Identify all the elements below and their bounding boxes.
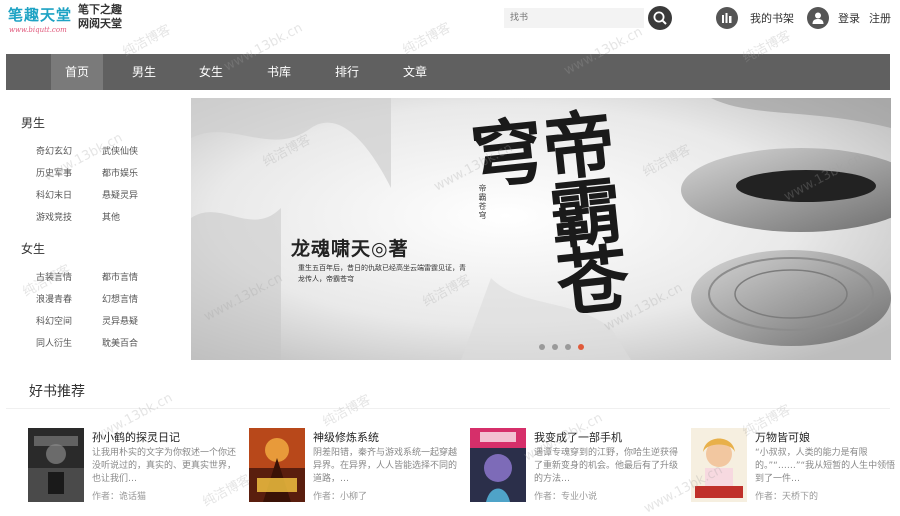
category-link[interactable]: 都市言情: [102, 270, 138, 283]
register-link[interactable]: 注册: [869, 10, 891, 26]
book-card[interactable]: 孙小鹤的探灵日记 让我用朴实的文字为你叙述一个你还没听说过的，真实的、更真实世界…: [28, 428, 244, 516]
category-link[interactable]: 灵异悬疑: [102, 314, 138, 327]
cover-image: [249, 428, 305, 502]
bookshelf-link[interactable]: 我的书架: [750, 10, 794, 26]
book-title[interactable]: 孙小鹤的探灵日记: [92, 429, 180, 445]
category-link[interactable]: 游戏竞技: [36, 210, 72, 223]
site-header: 笔趣天堂 www.biqutt.com 笔下之趣 网阅天堂 我的书架 登录 注册: [0, 0, 900, 52]
category-title-female: 女生: [21, 242, 46, 256]
banner-series-label: 帝霸苍穹: [478, 184, 487, 220]
book-description: “小叔叔，人类的能力是有限的。”“……”“我从短暂的人生中领悟到了一件…: [755, 448, 896, 484]
book-cover[interactable]: [470, 428, 526, 502]
user-avatar-icon[interactable]: [807, 7, 829, 29]
slogan-line-2: 网阅天堂: [78, 17, 122, 30]
bookshelf-glyph: [722, 13, 732, 23]
search-icon: [653, 11, 667, 25]
category-link[interactable]: 其他: [102, 210, 120, 223]
book-author: 作者：天桥下的: [755, 492, 819, 502]
book-author: 作者：诡话猫: [92, 492, 147, 502]
category-link[interactable]: 历史军事: [36, 166, 72, 179]
category-link[interactable]: 科幻空间: [36, 314, 72, 327]
banner-author: 龙魂啸天◎著: [291, 238, 409, 260]
section-title: 好书推荐: [29, 384, 85, 400]
section-divider: [6, 408, 890, 409]
category-title-male: 男生: [21, 116, 46, 130]
book-card[interactable]: 我变成了一部手机 遇谭专魂穿到的江野，你哈生逆获得了重新变身的机会。他最后有了升…: [470, 428, 686, 516]
book-author: 作者：专业小说: [534, 492, 598, 502]
category-sidebar: 男生 奇幻玄幻 武侠仙侠 历史军事 都市娱乐 科幻末日 悬疑灵异 游戏竞技 其他…: [6, 98, 190, 360]
category-link[interactable]: 都市娱乐: [102, 166, 138, 179]
hero-banner[interactable]: 帝霸苍穹 帝霸苍穹 龙魂啸天◎著 重生五百年后，昔日的仇敌已经高坐云端雷霆见证，…: [191, 98, 891, 360]
slogan-line-1: 笔下之趣: [78, 3, 122, 16]
logo-text: 笔趣天堂: [8, 6, 73, 24]
book-cover[interactable]: [691, 428, 747, 502]
main-nav: 首页 男生 女生 书库 排行 文章: [6, 54, 890, 90]
nav-home[interactable]: 首页: [51, 54, 103, 90]
category-link[interactable]: 同人衍生: [36, 336, 72, 349]
book-description: 遇谭专魂穿到的江野，你哈生逆获得了重新变身的机会。他最后有了升级的方法…: [534, 448, 679, 484]
search-bar: [490, 6, 672, 30]
carousel-dot[interactable]: [539, 344, 545, 350]
login-link[interactable]: 登录: [838, 10, 860, 26]
category-link[interactable]: 武侠仙侠: [102, 144, 138, 157]
cover-image: [28, 428, 84, 502]
recommend-section: 好书推荐 孙小鹤的探灵日记 让我用朴实的文字为你叙述一个你还没听说过的，真实的、…: [6, 368, 895, 516]
book-description: 让我用朴实的文字为你叙述一个你还没听说过的，真实的、更真实世界，也让我们…: [92, 448, 237, 484]
book-card[interactable]: 万物皆可娘 “小叔叔，人类的能力是有限的。”“……”“我从短暂的人生中领悟到了一…: [691, 428, 900, 516]
category-link[interactable]: 科幻末日: [36, 188, 72, 201]
category-link[interactable]: 古装言情: [36, 270, 72, 283]
book-title[interactable]: 神级修炼系统: [313, 429, 379, 445]
site-slogan: 笔下之趣 网阅天堂: [78, 3, 122, 31]
cover-image: [470, 428, 526, 502]
banner-title: 帝霸苍穹: [455, 104, 633, 316]
book-cover[interactable]: [28, 428, 84, 502]
banner-description: 重生五百年后，昔日的仇敌已经高坐云端雷霆见证，青龙传人，帝霸苍穹: [298, 264, 466, 283]
cover-image: [691, 428, 747, 502]
book-title[interactable]: 万物皆可娘: [755, 429, 810, 445]
category-link[interactable]: 耽美百合: [102, 336, 138, 349]
bookshelf-icon[interactable]: [716, 7, 738, 29]
nav-female[interactable]: 女生: [185, 54, 237, 90]
site-logo[interactable]: 笔趣天堂 www.biqutt.com: [8, 4, 72, 34]
search-input[interactable]: [504, 8, 644, 28]
carousel-dot[interactable]: [565, 344, 571, 350]
user-glyph: [812, 12, 824, 24]
search-button[interactable]: [648, 6, 672, 30]
category-link[interactable]: 浪漫青春: [36, 292, 72, 305]
carousel-dot[interactable]: [552, 344, 558, 350]
book-title[interactable]: 我变成了一部手机: [534, 429, 622, 445]
category-link[interactable]: 奇幻玄幻: [36, 144, 72, 157]
nav-articles[interactable]: 文章: [389, 54, 441, 90]
category-link[interactable]: 悬疑灵异: [102, 188, 138, 201]
book-description: 阴差阳错，秦齐与游戏系统一起穿越异界。在异界，人人皆能选择不同的道路，…: [313, 448, 458, 484]
book-author: 作者：小柳了: [313, 492, 368, 502]
nav-ranking[interactable]: 排行: [321, 54, 373, 90]
book-card[interactable]: 神级修炼系统 阴差阳错，秦齐与游戏系统一起穿越异界。在异界，人人皆能选择不同的道…: [249, 428, 465, 516]
logo-url: www.biqutt.com: [9, 26, 67, 34]
book-cover[interactable]: [249, 428, 305, 502]
carousel-dot-active[interactable]: [578, 344, 584, 350]
nav-male[interactable]: 男生: [118, 54, 170, 90]
nav-library[interactable]: 书库: [253, 54, 305, 90]
category-link[interactable]: 幻想言情: [102, 292, 138, 305]
